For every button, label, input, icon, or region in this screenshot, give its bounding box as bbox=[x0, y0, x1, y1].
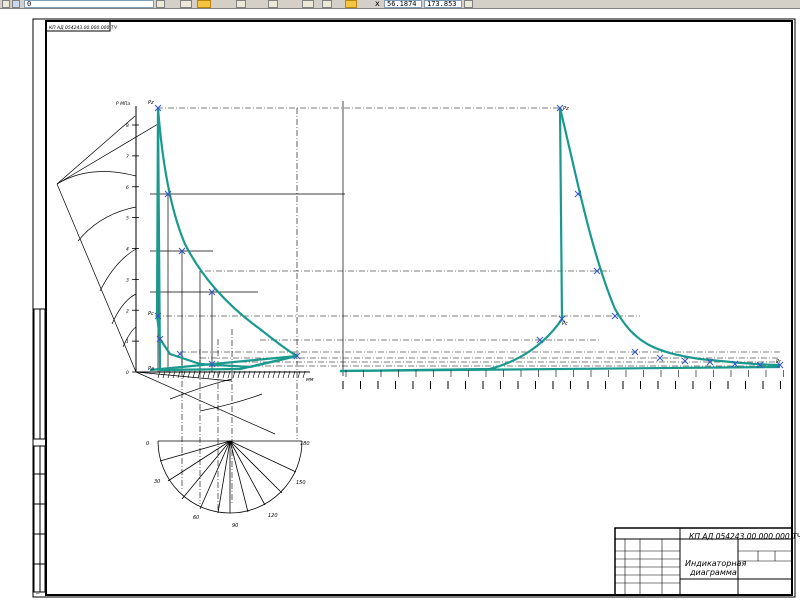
left-margin-stamp bbox=[33, 308, 46, 593]
angle-label-150: 150 bbox=[296, 480, 306, 486]
layer-field[interactable]: 0 bbox=[24, 0, 154, 8]
snap-toggle-button[interactable] bbox=[345, 0, 357, 8]
title-block-name-line2: диаграмма bbox=[689, 568, 737, 577]
projection-lines bbox=[155, 107, 780, 514]
point-label-pc-left: Pc bbox=[148, 311, 154, 317]
pressure-axis-ticks: 876543210 bbox=[126, 123, 139, 376]
p-tick-label: 3 bbox=[126, 277, 129, 283]
title-block-name-line1: Индикаторная bbox=[685, 559, 746, 568]
angle-label-30: 30 bbox=[154, 479, 160, 485]
snap-icon[interactable] bbox=[180, 0, 192, 8]
p-tick-label: 7 bbox=[126, 154, 129, 160]
p-tick-label: 6 bbox=[126, 185, 129, 191]
point-label-pz-left: Pz bbox=[148, 100, 154, 106]
layer-dropdown-icon[interactable] bbox=[156, 0, 165, 8]
coord-y-field[interactable]: 173.853 bbox=[424, 0, 462, 8]
pressure-axis-title: P МПа bbox=[116, 101, 130, 107]
stroke-unit-label: мм bbox=[306, 377, 314, 383]
angle-label-60: 60 bbox=[193, 515, 199, 521]
construction-lines bbox=[56, 101, 345, 435]
p-tick-label: 4 bbox=[126, 247, 129, 253]
angle-label-0: 0 bbox=[146, 441, 149, 447]
coord-x-label: x bbox=[375, 0, 380, 8]
toolbar: 0 x 56.1874 173.853 bbox=[0, 0, 800, 9]
stroke-scale bbox=[342, 370, 784, 389]
coord-x-field[interactable]: 56.1874 bbox=[384, 0, 422, 8]
point-label-pz-right: Pz bbox=[563, 106, 569, 112]
curve-markers bbox=[154, 104, 784, 369]
p-tick-label: 2 bbox=[126, 308, 129, 314]
ortho-icon[interactable] bbox=[236, 0, 246, 8]
angle-label-120: 120 bbox=[268, 513, 278, 519]
angle-label-180: 180 bbox=[300, 441, 310, 447]
new-document-button[interactable] bbox=[2, 0, 10, 8]
indicator-curve-right bbox=[339, 107, 781, 373]
top-stamp-text: КП АД 054243.00.000.000 ТЧ bbox=[49, 25, 117, 31]
grid-icon[interactable] bbox=[268, 0, 278, 8]
local-cs-icon[interactable] bbox=[302, 0, 314, 8]
title-block-designation: КП АД 054243.00.000.000 ТЧ bbox=[689, 532, 800, 541]
drawing-canvas[interactable]: КП АД 054243.00.000.000 ТЧ КП АД 054243.… bbox=[0, 9, 800, 600]
indicator-curve-left bbox=[149, 106, 299, 372]
crank-circle bbox=[157, 440, 303, 514]
point-label-pc-right: Pc bbox=[562, 321, 568, 327]
p-tick-label: 5 bbox=[126, 216, 129, 222]
round-icon[interactable] bbox=[322, 0, 332, 8]
pointer-tool-button[interactable] bbox=[197, 0, 211, 8]
layer-icon[interactable] bbox=[12, 0, 20, 8]
corner-mark: ⌐ bbox=[36, 591, 40, 597]
p-tick-label: 0 bbox=[126, 370, 129, 376]
coord-apply-icon[interactable] bbox=[464, 0, 473, 8]
angle-label-90: 90 bbox=[232, 523, 238, 529]
point-label-pa: Pa bbox=[148, 366, 154, 372]
